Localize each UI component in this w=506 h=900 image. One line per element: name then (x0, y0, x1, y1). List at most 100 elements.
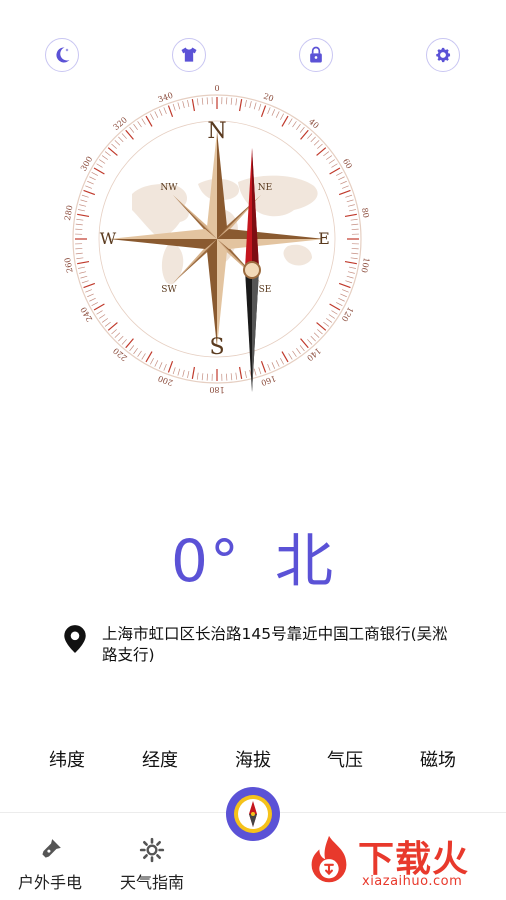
compass-tick (280, 358, 284, 365)
compass-tick (99, 314, 106, 319)
compass-tick (300, 338, 309, 349)
compass-tick (340, 180, 347, 185)
compass-tick (158, 362, 163, 369)
nav-outdoor-flashlight[interactable]: 户外手电 (10, 837, 90, 893)
intercardinal-ne: NE (258, 183, 272, 193)
compass-tick (89, 176, 96, 181)
night-mode-button[interactable] (45, 38, 79, 72)
compass-tick (150, 358, 154, 365)
compass-tick (154, 360, 159, 367)
settings-button[interactable] (426, 38, 460, 72)
compass-degree-label: 20 (262, 92, 275, 104)
compass-tick (172, 367, 176, 375)
metric-longitude[interactable]: 经度 (125, 746, 195, 772)
compass-tick (344, 213, 357, 218)
compass-tick (244, 370, 247, 378)
compass-tick (87, 293, 94, 298)
compass-tick (99, 159, 106, 164)
compass-tick (154, 111, 159, 118)
compass-tick (107, 147, 118, 156)
heading-degrees: 0° (171, 527, 241, 595)
compass-tick (182, 369, 185, 377)
cardinal-s: S (209, 335, 224, 360)
compass-tick (230, 97, 233, 105)
compass-tick (107, 322, 118, 331)
compass-tick (150, 113, 154, 120)
compass-tick (141, 353, 146, 360)
compass-tick (85, 289, 92, 293)
compass-tick (196, 372, 199, 380)
compass-tick (317, 143, 323, 149)
nav-compass-button[interactable] (226, 787, 280, 841)
flashlight-icon (42, 839, 61, 858)
compass-icon (234, 795, 272, 833)
compass-tick (201, 373, 204, 381)
compass-tick (351, 252, 359, 255)
compass-tick (125, 338, 134, 349)
compass-tick (238, 99, 243, 112)
compass-dial: 0 20 40 60 80 100 120 140 160 180 200 220 240 260 280 3… (62, 84, 372, 394)
compass-tick (141, 118, 146, 125)
metric-pressure[interactable]: 气压 (310, 746, 380, 772)
compass-tick (288, 353, 293, 360)
compass-tick (299, 126, 305, 133)
watermark-url: xiazaihuo.com (362, 874, 463, 889)
compass-tick (81, 280, 89, 284)
compass-tick (201, 97, 204, 105)
compass-tick (191, 366, 196, 379)
cardinal-n: N (207, 119, 226, 144)
location-pin-icon (64, 625, 86, 653)
tshirt-icon (181, 47, 197, 62)
compass-tick (258, 103, 262, 111)
lock-icon (310, 46, 322, 63)
compass-tick (346, 199, 354, 203)
compass-tick (348, 209, 356, 212)
compass-tick (267, 364, 271, 371)
compass-tick (79, 271, 87, 274)
compass-degree-label: 0 (214, 84, 219, 93)
compass-tick (329, 167, 341, 175)
compass-tick (351, 223, 359, 226)
compass-tick (145, 115, 153, 127)
compass-tick (280, 113, 284, 120)
compass-tick (76, 257, 84, 260)
compass-tick (79, 204, 87, 207)
compass-tick (91, 172, 98, 176)
compass-tick (350, 257, 358, 260)
compass-degree-label: 140 (305, 346, 322, 363)
compass-tick (77, 213, 90, 218)
compass-tick (125, 129, 134, 140)
compass-tick (167, 360, 174, 373)
metric-latitude[interactable]: 纬度 (32, 746, 102, 772)
compass-tick (299, 345, 305, 352)
theme-skin-button[interactable] (172, 38, 206, 72)
compass-tick (329, 303, 341, 311)
compass-tick (313, 332, 320, 338)
nav-weather-guide[interactable]: 天气指南 (112, 837, 192, 893)
compass-tick (328, 159, 335, 164)
intercardinal-se: SE (259, 285, 272, 295)
lock-button[interactable] (299, 38, 333, 72)
gear-icon (139, 837, 165, 863)
compass-degree-label: 260 (63, 257, 75, 274)
compass-tick (129, 345, 135, 352)
compass-tick (307, 133, 313, 139)
intercardinal-nw: NW (160, 183, 178, 193)
compass-tick (292, 350, 297, 357)
compass-tick (177, 368, 181, 376)
compass-tick (346, 275, 354, 279)
compass-tick (316, 147, 327, 156)
compass-tick (104, 151, 111, 157)
metric-altitude[interactable]: 海拔 (218, 746, 288, 772)
compass-tick (93, 167, 105, 175)
compass-tick (78, 266, 86, 269)
compass-degree-label: 120 (340, 305, 355, 323)
compass-tick (331, 163, 338, 168)
compass-tick (177, 102, 181, 110)
compass-tick (182, 101, 185, 109)
compass-tick (316, 322, 327, 331)
metric-magnetic-field[interactable]: 磁场 (403, 746, 473, 772)
compass-tick (345, 194, 353, 198)
watermark-logo: 下载火 xiazaihuo.com (300, 826, 500, 896)
compass-tick (336, 302, 343, 306)
